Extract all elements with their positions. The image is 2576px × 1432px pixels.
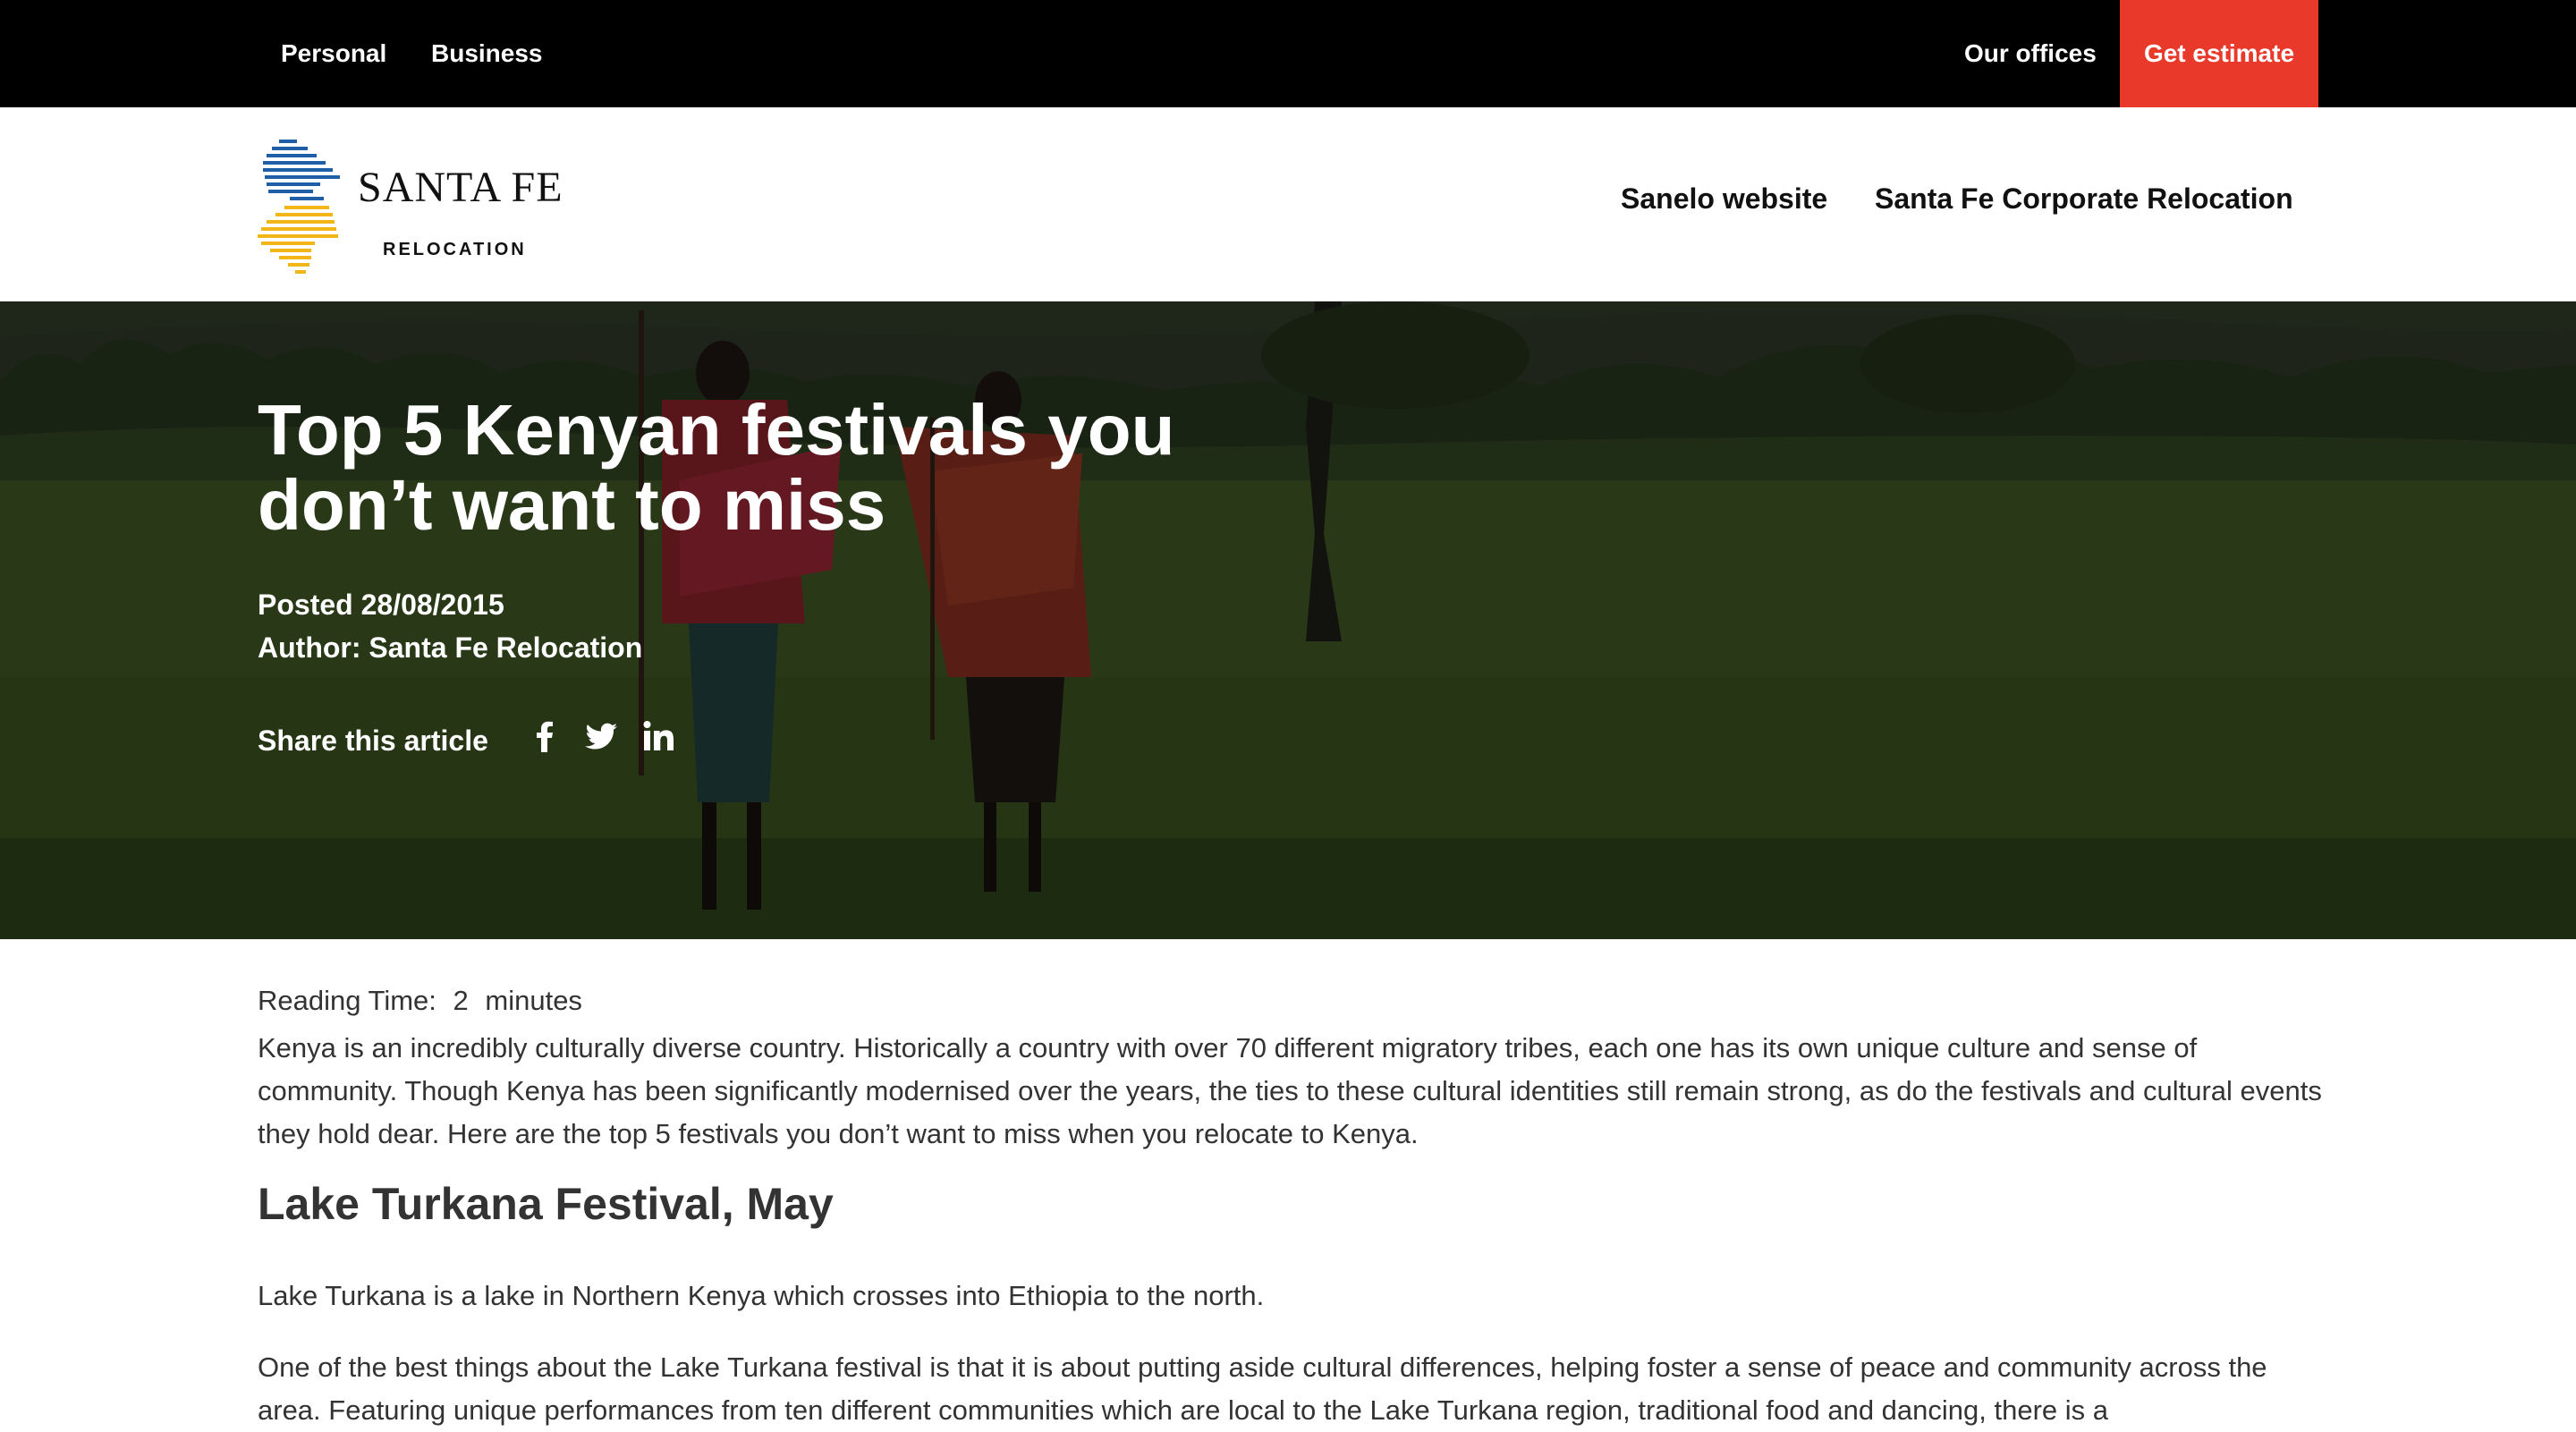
section-heading: Lake Turkana Festival, May [258,1179,834,1229]
twitter-icon[interactable] [583,718,619,754]
sanelo-website-link[interactable]: Sanelo website [1621,182,1827,216]
nav-business-link[interactable]: Business [431,0,543,107]
article-author: Author: Santa Fe Relocation [258,631,643,664]
facebook-icon[interactable] [528,718,564,754]
nav-personal-link[interactable]: Personal [281,0,386,107]
reading-time-value: 2 [453,985,469,1016]
horse-logo-icon [258,140,340,274]
logo-sub-text: RELOCATION [383,240,527,259]
logo-name-text: SANTA FE [358,164,564,211]
corporate-relocation-link[interactable]: Santa Fe Corporate Relocation [1875,182,2293,216]
reading-time-label: Reading Time: [258,985,436,1016]
posted-date: Posted 28/08/2015 [258,589,504,621]
reading-time: Reading Time: 2 minutes [258,985,591,1017]
hero-banner: Top 5 Kenyan festivals you don’t want to… [0,301,2576,939]
santa-fe-logo[interactable]: SANTA FE RELOCATION [258,136,563,279]
linkedin-icon[interactable] [640,718,676,754]
site-header: SANTA FE RELOCATION Sanelo website Santa… [0,107,2576,301]
intro-paragraph: Kenya is an incredibly culturally divers… [258,1032,2322,1149]
top-bar: Personal Business Our offices Get estima… [0,0,2576,107]
get-estimate-button[interactable]: Get estimate [2120,0,2318,107]
body-paragraph: One of the best things about the Lake Tu… [258,1352,2267,1426]
our-offices-link[interactable]: Our offices [1964,0,2097,107]
article-title: Top 5 Kenyan festivals you don’t want to… [258,390,1175,545]
share-label: Share this article [258,724,488,757]
reading-time-unit: minutes [485,985,582,1016]
body-paragraph: Lake Turkana is a lake in Northern Kenya… [258,1280,1265,1311]
